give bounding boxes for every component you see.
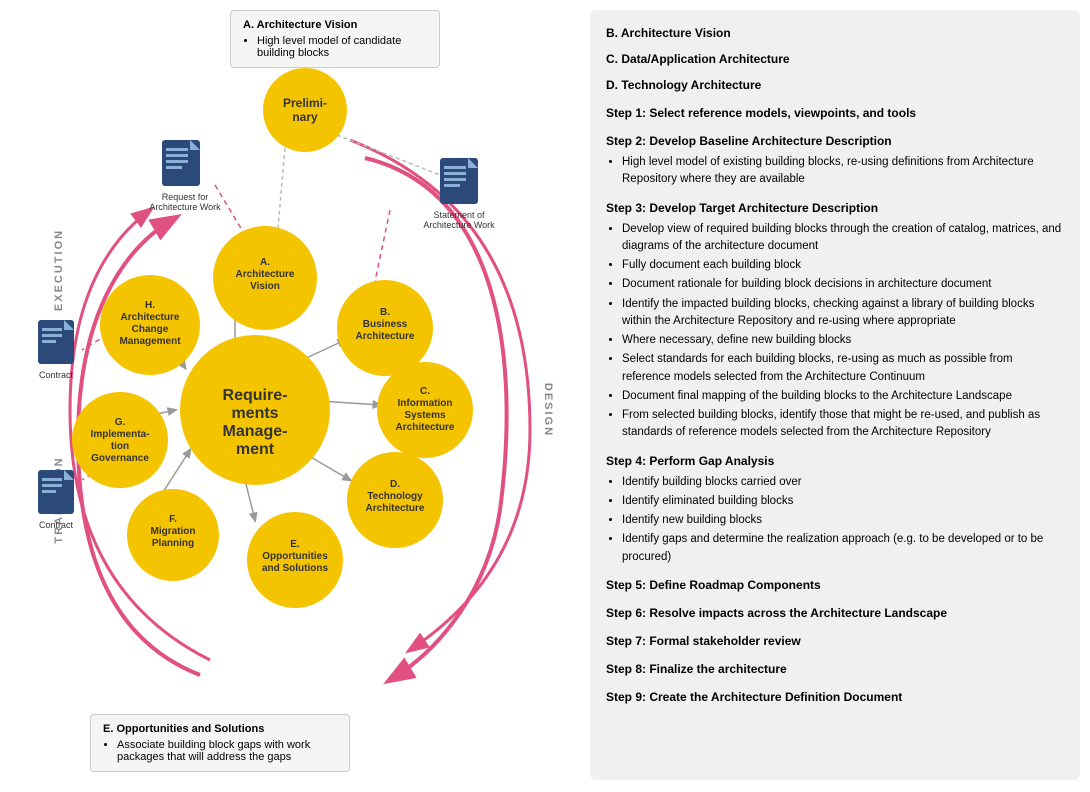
svg-text:H.: H. [145, 300, 155, 311]
step1-title: Step 1: Select reference models, viewpoi… [606, 104, 1064, 122]
doc-contract1 [38, 320, 74, 364]
doc-statement [440, 158, 478, 204]
svg-text:Implementa-: Implementa- [91, 429, 150, 440]
svg-text:C.: C. [420, 386, 430, 397]
svg-text:D.: D. [390, 479, 400, 490]
execution-label: EXECUTION [53, 229, 65, 311]
step3-title: Step 3: Develop Target Architecture Desc… [606, 199, 1064, 217]
diagram-area: A. Architecture Vision High level model … [10, 10, 580, 782]
svg-text:tion: tion [111, 441, 129, 452]
step3-item-4: Where necessary, define new building blo… [622, 332, 1064, 349]
svg-text:Opportunities: Opportunities [262, 551, 328, 562]
doc-request [162, 140, 200, 186]
info-section-c: C. Data/Application Architecture [606, 50, 1064, 68]
svg-text:Governance: Governance [91, 453, 149, 464]
info-section-d: D. Technology Architecture [606, 76, 1064, 94]
statement-label2: Architecture Work [423, 220, 495, 230]
step3-item-0: Develop view of required building blocks… [622, 221, 1064, 256]
svg-text:Architecture: Architecture [356, 331, 415, 342]
step6-title: Step 6: Resolve impacts across the Archi… [606, 604, 1064, 622]
design-label: DESIGN [542, 383, 554, 437]
svg-text:Migration: Migration [151, 526, 196, 537]
step2-title: Step 2: Develop Baseline Architecture De… [606, 132, 1064, 150]
step3-item-1: Fully document each building block [622, 257, 1064, 274]
svg-text:Planning: Planning [152, 538, 194, 549]
svg-text:ments: ments [231, 405, 278, 422]
circle-g[interactable] [72, 392, 168, 488]
callout-bottom-title: E. Opportunities and Solutions [103, 723, 337, 735]
step2-list: High level model of existing building bl… [606, 154, 1064, 189]
svg-text:Architecture: Architecture [121, 312, 180, 323]
svg-text:Technology: Technology [367, 491, 423, 502]
svg-text:E.: E. [290, 539, 300, 550]
svg-text:Architecture: Architecture [366, 503, 425, 514]
preliminary-label: Prelimi- [283, 96, 327, 110]
step4-item-1: Identify eliminated building blocks [622, 493, 1064, 510]
step3-item-2: Document rationale for building block de… [622, 276, 1064, 293]
svg-text:G.: G. [115, 417, 126, 428]
svg-text:Manage-: Manage- [223, 423, 288, 440]
step5-title: Step 5: Define Roadmap Components [606, 576, 1064, 594]
svg-text:Require-: Require- [223, 387, 288, 404]
step3-item-7: From selected building blocks, identify … [622, 407, 1064, 442]
step9-title: Step 9: Create the Architecture Definiti… [606, 688, 1064, 706]
step7-title: Step 7: Formal stakeholder review [606, 632, 1064, 650]
svg-text:ment: ment [236, 441, 275, 458]
info-section-b: B. Architecture Vision [606, 24, 1064, 42]
step3-item-3: Identify the impacted building blocks, c… [622, 296, 1064, 331]
main-container: A. Architecture Vision High level model … [0, 0, 1090, 792]
step4-title: Step 4: Perform Gap Analysis [606, 452, 1064, 470]
request-label: Request for [162, 192, 209, 202]
svg-text:Architecture: Architecture [396, 422, 455, 433]
callout-bottom-item: Associate building block gaps with work … [117, 739, 337, 763]
svg-text:Information: Information [398, 398, 453, 409]
doc-contract2 [38, 470, 74, 514]
step4-item-3: Identify gaps and determine the realizat… [622, 531, 1064, 566]
svg-text:Vision: Vision [250, 281, 280, 292]
svg-text:A.: A. [260, 257, 270, 268]
svg-text:Business: Business [363, 319, 408, 330]
callout-bottom-list: Associate building block gaps with work … [103, 739, 337, 763]
contract2-label: Contract [39, 520, 74, 530]
step3-item-6: Document final mapping of the building b… [622, 388, 1064, 405]
svg-text:Change: Change [132, 324, 169, 335]
step3-list: Develop view of required building blocks… [606, 221, 1064, 442]
svg-text:Management: Management [119, 336, 181, 347]
svg-text:B.: B. [380, 307, 390, 318]
statement-label: Statement of [433, 210, 485, 220]
step4-item-0: Identify building blocks carried over [622, 474, 1064, 491]
contract1-label: Contract [39, 370, 74, 380]
info-panel: B. Architecture Vision C. Data/Applicati… [590, 10, 1080, 780]
svg-text:and Solutions: and Solutions [262, 563, 329, 574]
preliminary-label2: nary [292, 110, 318, 124]
request-label2: Architecture Work [149, 202, 221, 212]
architecture-diagram: PLANNING DESIGN EXECUTION TRANSITION [10, 10, 570, 770]
svg-text:Architecture: Architecture [236, 269, 295, 280]
svg-text:F.: F. [169, 514, 177, 525]
step3-item-5: Select standards for each building block… [622, 351, 1064, 386]
step8-title: Step 8: Finalize the architecture [606, 660, 1064, 678]
callout-bottom: E. Opportunities and Solutions Associate… [90, 714, 350, 772]
step4-item-2: Identify new building blocks [622, 512, 1064, 529]
step2-item-0: High level model of existing building bl… [622, 154, 1064, 189]
step4-list: Identify building blocks carried over Id… [606, 474, 1064, 566]
svg-text:Systems: Systems [404, 410, 446, 421]
